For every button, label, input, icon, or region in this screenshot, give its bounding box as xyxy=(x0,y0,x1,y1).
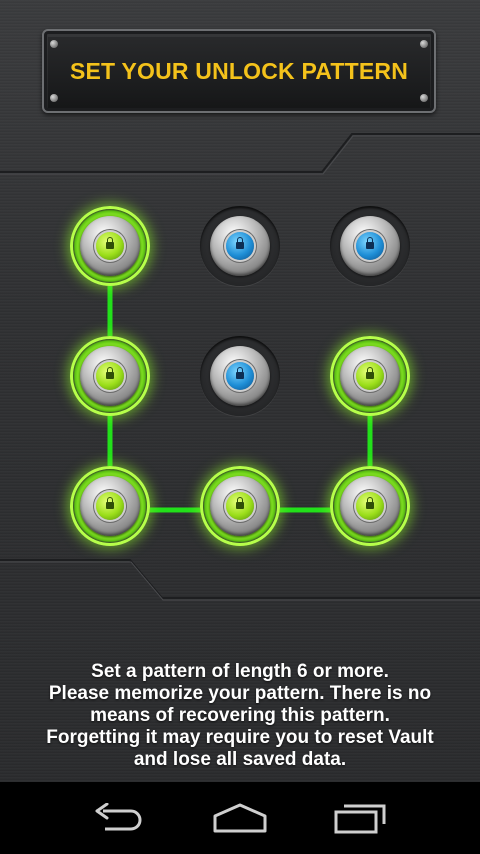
recent-apps-icon xyxy=(334,804,386,834)
home-icon xyxy=(213,803,267,833)
pattern-node-middle-left[interactable] xyxy=(70,336,150,416)
instruction-line: Forgetting it may require you to reset V… xyxy=(46,727,434,748)
home-button[interactable] xyxy=(192,782,288,854)
lock-icon xyxy=(366,497,374,510)
instruction-line: Please memorize your pattern. There is n… xyxy=(48,683,432,704)
lock-icon xyxy=(106,497,114,510)
pattern-node-bottom-right[interactable] xyxy=(330,466,410,546)
instruction-line: means of recovering this pattern. xyxy=(90,705,390,726)
pattern-node-top-center[interactable] xyxy=(200,206,280,286)
pattern-grid[interactable] xyxy=(0,0,480,620)
lock-icon xyxy=(236,497,244,510)
pattern-node-top-left[interactable] xyxy=(70,206,150,286)
lock-icon xyxy=(236,237,244,250)
app-screen: SET YOUR UNLOCK PATTERN Set a pattern of… xyxy=(0,0,480,782)
back-arrow-icon xyxy=(95,803,142,831)
pattern-node-top-right[interactable] xyxy=(330,206,410,286)
instruction-line: and lose all saved data. xyxy=(133,749,347,770)
lock-icon xyxy=(106,237,114,250)
back-button[interactable] xyxy=(72,782,168,854)
system-navbar xyxy=(0,782,480,854)
instruction-line: Set a pattern of length 6 or more. xyxy=(91,661,389,682)
lock-icon xyxy=(366,237,374,250)
pattern-node-bottom-left[interactable] xyxy=(70,466,150,546)
lock-icon xyxy=(106,367,114,380)
recent-apps-button[interactable] xyxy=(313,782,409,854)
pattern-node-bottom-center[interactable] xyxy=(200,466,280,546)
pattern-node-middle-right[interactable] xyxy=(330,336,410,416)
lock-icon xyxy=(366,367,374,380)
lock-icon xyxy=(236,367,244,380)
pattern-node-middle-center[interactable] xyxy=(200,336,280,416)
instructions-text: Set a pattern of length 6 or more. Pleas… xyxy=(0,661,480,771)
